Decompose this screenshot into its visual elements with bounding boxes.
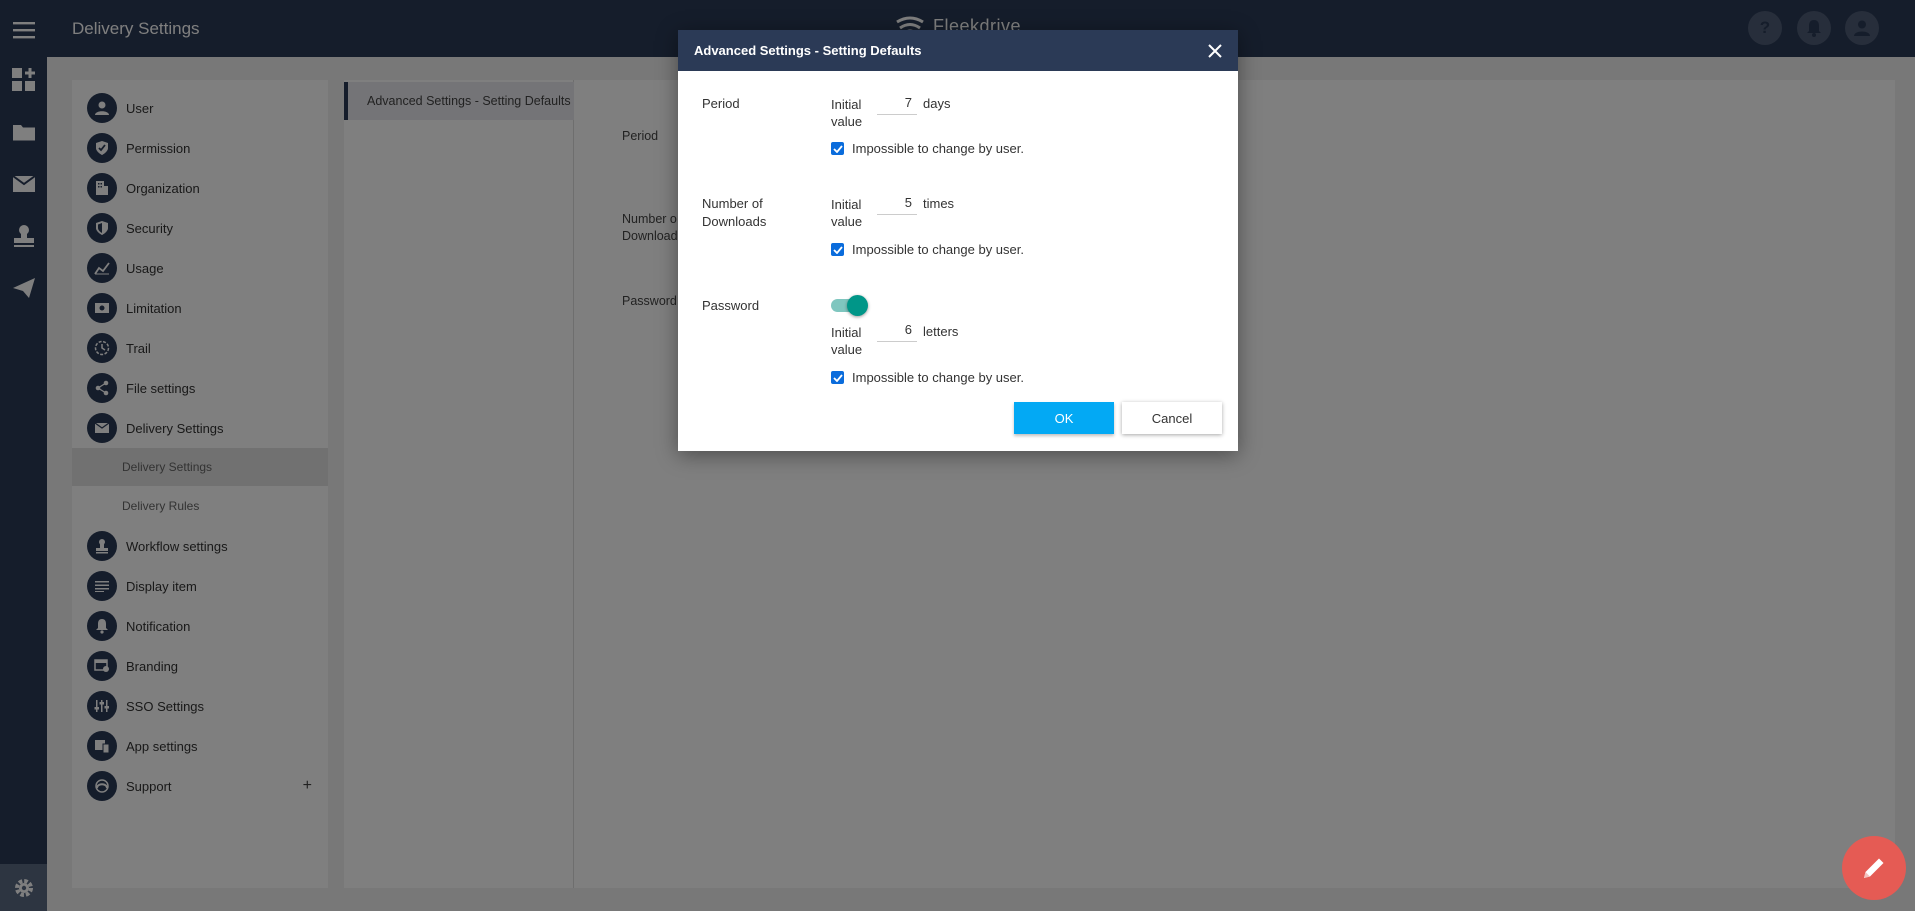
- password-lock-checkbox[interactable]: Impossible to change by user.: [831, 370, 1024, 385]
- downloads-input[interactable]: 5: [877, 193, 917, 215]
- downloads-lock-label: Impossible to change by user.: [852, 242, 1024, 257]
- downloads-unit: times: [923, 196, 955, 211]
- password-unit: letters: [923, 324, 959, 339]
- downloads-label-2: Downloads: [702, 214, 767, 229]
- password-label: Password: [702, 298, 760, 313]
- period-input[interactable]: 7: [877, 93, 917, 115]
- period-lock-checkbox[interactable]: Impossible to change by user.: [831, 141, 1024, 156]
- downloads-lock-checkbox[interactable]: Impossible to change by user.: [831, 242, 1024, 257]
- password-lock-label: Impossible to change by user.: [852, 370, 1024, 385]
- period-label: Period: [702, 96, 740, 111]
- checkbox-checked-icon: [831, 142, 844, 155]
- pencil-icon[interactable]: [1842, 836, 1906, 900]
- password-toggle[interactable]: [831, 295, 868, 316]
- advanced-settings-dialog: Advanced Settings - Setting Defaults Per…: [678, 30, 1238, 451]
- period-initial-label-1: Initial: [831, 97, 862, 112]
- close-icon[interactable]: [1204, 40, 1226, 62]
- checkbox-checked-icon: [831, 371, 844, 384]
- period-initial-label-2: value: [831, 114, 863, 129]
- checkbox-checked-icon: [831, 243, 844, 256]
- dialog-header: Advanced Settings - Setting Defaults: [678, 30, 1238, 71]
- password-length-input[interactable]: 6: [877, 320, 917, 342]
- password-initial-label-1: Initial: [831, 325, 862, 340]
- cancel-button[interactable]: Cancel: [1122, 402, 1222, 434]
- dialog-title: Advanced Settings - Setting Defaults: [694, 43, 922, 58]
- period-lock-label: Impossible to change by user.: [852, 141, 1024, 156]
- toggle-knob: [847, 295, 868, 316]
- downloads-initial-label-1: Initial: [831, 197, 862, 212]
- ok-button[interactable]: OK: [1014, 402, 1114, 434]
- password-initial-label-2: value: [831, 342, 863, 357]
- downloads-initial-label-2: value: [831, 214, 863, 229]
- downloads-label-1: Number of: [702, 196, 763, 211]
- period-unit: days: [923, 96, 951, 111]
